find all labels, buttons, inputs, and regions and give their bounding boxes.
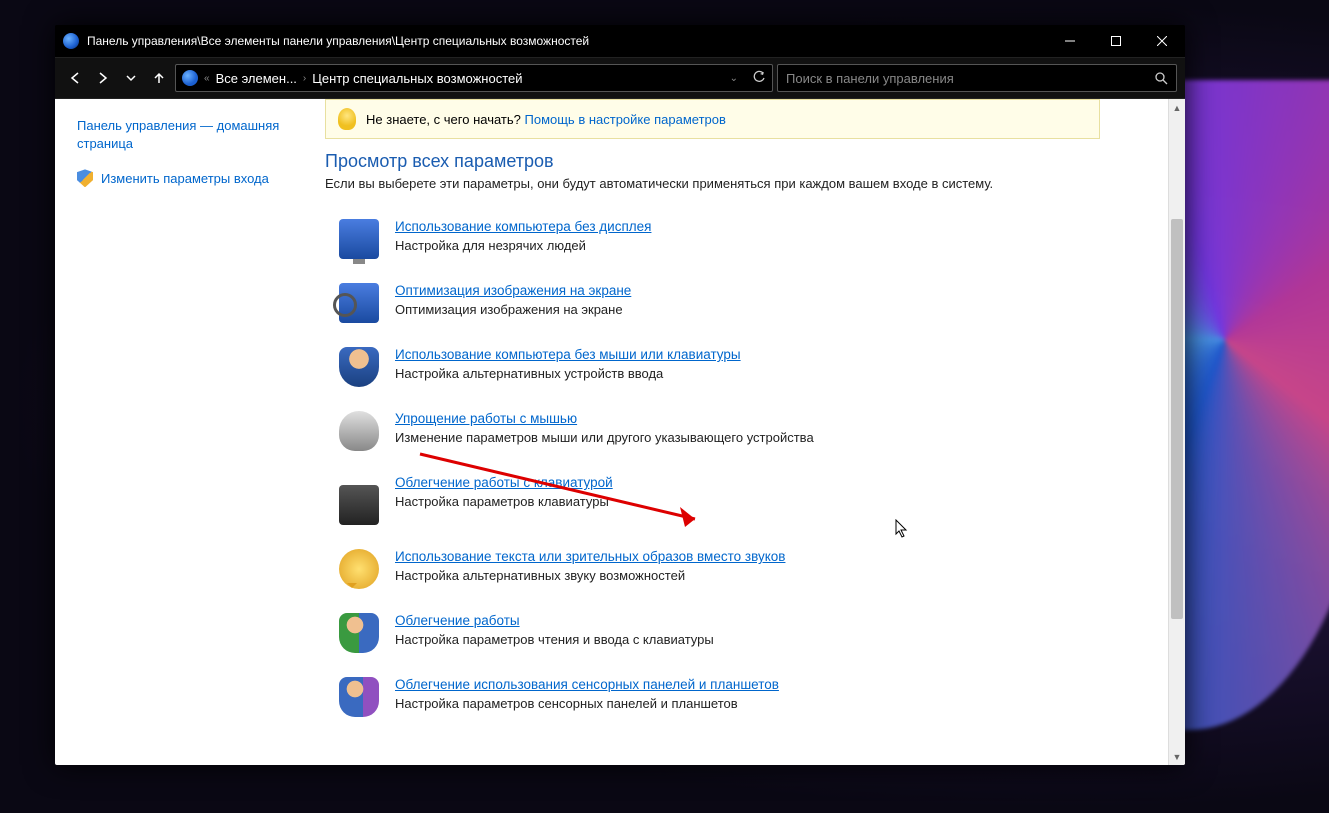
breadcrumb-segment[interactable]: Все элемен... — [216, 71, 297, 86]
option-link[interactable]: Облегчение использования сенсорных панел… — [395, 677, 779, 692]
option-desc: Оптимизация изображения на экране — [395, 302, 631, 317]
section-subtitle: Если вы выберете эти параметры, они буду… — [325, 176, 1160, 191]
sidebar: Панель управления — домашняя страница Из… — [55, 99, 325, 765]
magnifier-monitor-icon — [339, 283, 379, 323]
address-icon — [182, 70, 198, 86]
app-icon — [63, 33, 79, 49]
option-link[interactable]: Использование компьютера без мыши или кл… — [395, 347, 741, 362]
option-link[interactable]: Оптимизация изображения на экране — [395, 283, 631, 298]
up-button[interactable] — [147, 66, 171, 90]
person-tablet-icon — [339, 677, 379, 717]
option-desc: Изменение параметров мыши или другого ук… — [395, 430, 814, 445]
scroll-up-icon[interactable]: ▲ — [1169, 99, 1185, 116]
scroll-down-icon[interactable]: ▼ — [1169, 748, 1185, 765]
mouse-icon — [339, 411, 379, 451]
option-link[interactable]: Использование текста или зрительных обра… — [395, 549, 785, 564]
option-desc: Настройка для незрячих людей — [395, 238, 651, 253]
forward-button[interactable] — [91, 66, 115, 90]
lightbulb-icon — [338, 108, 356, 130]
control-panel-home-link[interactable]: Панель управления — домашняя страница — [77, 117, 313, 153]
option-computer-without-display: Использование компьютера без дисплея Нас… — [325, 213, 1160, 277]
search-icon — [1154, 71, 1168, 85]
section-title: Просмотр всех параметров — [325, 151, 1160, 172]
speech-bubble-icon — [339, 549, 379, 589]
cursor-icon — [895, 519, 909, 539]
person-icon — [339, 347, 379, 387]
navbar: « Все элемен... › Центр специальных возм… — [55, 57, 1185, 99]
window-controls — [1047, 25, 1185, 57]
main-panel: Не знаете, с чего начать? Помощь в настр… — [325, 99, 1168, 765]
scroll-thumb[interactable] — [1171, 219, 1183, 619]
option-easier-focus: Облегчение работы Настройка параметров ч… — [325, 607, 1160, 671]
option-keyboard-easier: Облегчение работы с клавиатурой Настройк… — [325, 469, 1160, 543]
option-without-mouse-keyboard: Использование компьютера без мыши или кл… — [325, 341, 1160, 405]
sidebar-item-label: Изменить параметры входа — [101, 171, 269, 186]
control-panel-window: Панель управления\Все элементы панели уп… — [55, 25, 1185, 765]
hint-text: Не знаете, с чего начать? — [366, 112, 521, 127]
search-input[interactable]: Поиск в панели управления — [777, 64, 1177, 92]
option-text-visual-instead-sound: Использование текста или зрительных обра… — [325, 543, 1160, 607]
minimize-button[interactable] — [1047, 25, 1093, 57]
refresh-button[interactable] — [752, 70, 766, 87]
option-link[interactable]: Упрощение работы с мышью — [395, 411, 577, 426]
maximize-button[interactable] — [1093, 25, 1139, 57]
close-button[interactable] — [1139, 25, 1185, 57]
option-mouse-easier: Упрощение работы с мышью Изменение парам… — [325, 405, 1160, 469]
option-optimize-display: Оптимизация изображения на экране Оптими… — [325, 277, 1160, 341]
vertical-scrollbar[interactable]: ▲ ▼ — [1168, 99, 1185, 765]
content-area: Панель управления — домашняя страница Из… — [55, 99, 1185, 765]
option-desc: Настройка параметров клавиатуры — [395, 494, 613, 509]
keyboard-icon — [339, 485, 379, 525]
chevron-down-icon[interactable]: ⌄ — [730, 73, 738, 84]
hint-banner: Не знаете, с чего начать? Помощь в настр… — [325, 99, 1100, 139]
recent-dropdown-icon[interactable] — [119, 66, 143, 90]
search-placeholder: Поиск в панели управления — [786, 71, 1154, 86]
option-desc: Настройка альтернативных устройств ввода — [395, 366, 741, 381]
address-bar[interactable]: « Все элемен... › Центр специальных возм… — [175, 64, 773, 92]
sidebar-item-login-params[interactable]: Изменить параметры входа — [77, 169, 313, 187]
titlebar: Панель управления\Все элементы панели уп… — [55, 25, 1185, 57]
chevron-left-icon: « — [204, 73, 210, 84]
option-link[interactable]: Облегчение работы — [395, 613, 520, 628]
shield-icon — [77, 169, 93, 187]
back-button[interactable] — [63, 66, 87, 90]
breadcrumb-segment[interactable]: Центр специальных возможностей — [312, 71, 522, 86]
hint-link[interactable]: Помощь в настройке параметров — [525, 112, 726, 127]
person-book-icon — [339, 613, 379, 653]
option-desc: Настройка параметров сенсорных панелей и… — [395, 696, 779, 711]
option-link[interactable]: Облегчение работы с клавиатурой — [395, 475, 613, 490]
chevron-right-icon[interactable]: › — [303, 73, 306, 84]
option-touch-tablets: Облегчение использования сенсорных панел… — [325, 671, 1160, 735]
monitor-speech-icon — [339, 219, 379, 259]
option-link[interactable]: Использование компьютера без дисплея — [395, 219, 651, 234]
option-desc: Настройка параметров чтения и ввода с кл… — [395, 632, 714, 647]
window-title: Панель управления\Все элементы панели уп… — [87, 34, 1047, 48]
option-desc: Настройка альтернативных звуку возможнос… — [395, 568, 785, 583]
